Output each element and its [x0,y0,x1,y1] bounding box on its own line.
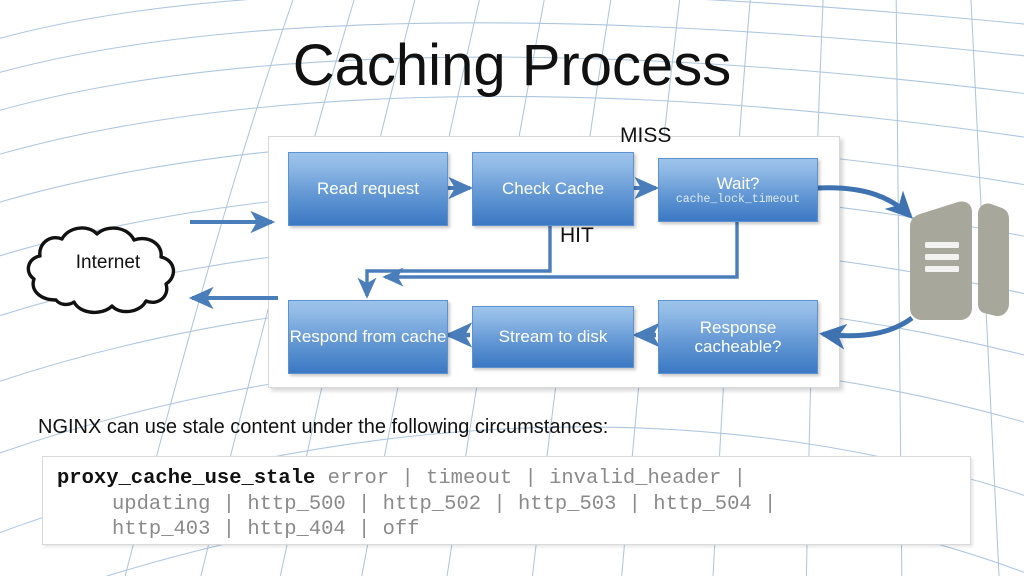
directive-name: proxy_cache_use_stale [57,467,316,490]
flow-box-respond-from-cache[interactable]: Respond from cache [288,300,448,374]
code-line-2: updating | http_500 | http_502 | http_50… [112,492,777,516]
config-code-block: proxy_cache_use_stale error | timeout | … [42,456,971,545]
flow-box-response-cacheable[interactable]: Response cacheable? [658,300,818,374]
arrow-hit-path [357,220,552,299]
code-line-3: http_403 | http_404 | off [112,518,420,541]
slide-canvas: Caching Process Read request Check Cache… [0,0,1024,576]
flow-box-sublabel: cache_lock_timeout [675,192,801,206]
flow-box-label: Respond from cache [289,327,447,347]
flow-box-read-request[interactable]: Read request [288,152,448,226]
code-line-1: proxy_cache_use_stale error | timeout | … [57,466,970,492]
edge-label-hit: HIT [560,224,594,247]
directive-values-1: error | timeout | invalid_header | [315,467,746,490]
flow-box-label: Read request [316,179,420,199]
flow-box-stream-to-disk[interactable]: Stream to disk [472,306,634,368]
stale-content-caption: NGINX can use stale content under the fo… [38,416,609,438]
internet-cloud-label: Internet [75,252,141,273]
edge-label-miss: MISS [620,124,672,147]
flow-box-label: Wait? [716,173,760,193]
flow-box-wait[interactable]: Wait? cache_lock_timeout [658,158,818,222]
flow-box-label: Response cacheable? [694,317,782,356]
flow-box-label: Check Cache [501,179,605,199]
flow-box-check-cache[interactable]: Check Cache [472,152,634,226]
origin-server-icon [896,196,1016,324]
flow-box-label: Stream to disk [498,327,608,347]
